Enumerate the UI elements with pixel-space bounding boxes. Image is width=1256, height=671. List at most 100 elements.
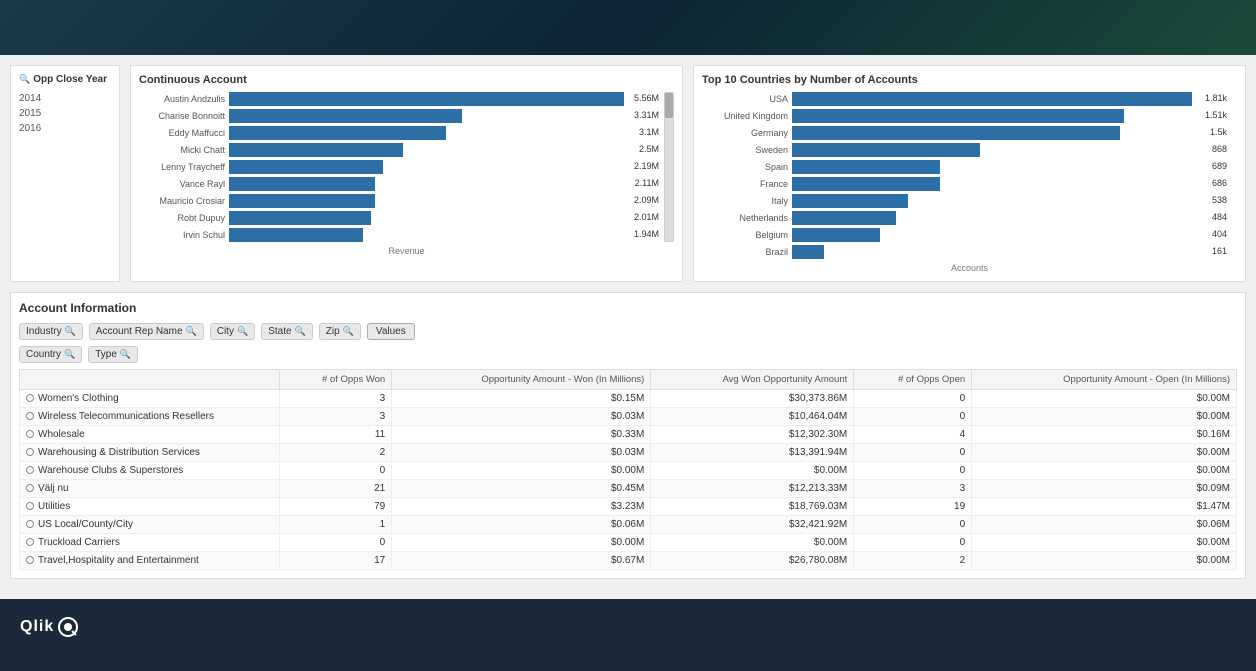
row-opps-won: 79 <box>280 498 392 516</box>
row-amt-won: $0.03M <box>392 408 651 426</box>
row-opps-open: 4 <box>854 426 972 444</box>
row-opps-open: 0 <box>854 408 972 426</box>
row-expand-icon[interactable] <box>26 520 34 528</box>
table-row: Välj nu 21 $0.45M $12,213.33M 3 $0.09M <box>20 480 1237 498</box>
row-expand-icon[interactable] <box>26 430 34 438</box>
year-filter-label: Opp Close Year <box>33 74 107 85</box>
filter-state[interactable]: State 🔍 <box>261 323 313 340</box>
table-row: Truckload Carriers 0 $0.00M $0.00M 0 $0.… <box>20 534 1237 552</box>
row-name-cell: Warehouse Clubs & Superstores <box>20 462 280 480</box>
search-icon: 🔍 <box>64 349 75 360</box>
search-icon: 🔍 <box>19 74 30 85</box>
bar-row: Lenny Traycheff 2.19M <box>139 160 624 174</box>
row-amt-open: $0.00M <box>972 534 1237 552</box>
bar-row: United Kingdom 1.51k <box>702 109 1192 123</box>
row-amt-open: $0.00M <box>972 408 1237 426</box>
year-filter-title: 🔍 Opp Close Year <box>19 74 111 85</box>
filter-country[interactable]: Country 🔍 <box>19 346 82 363</box>
row-name-cell: Utilities <box>20 498 280 516</box>
row-opps-open: 0 <box>854 390 972 408</box>
bar-row: France 686 <box>702 177 1192 191</box>
row-expand-icon[interactable] <box>26 556 34 564</box>
bar-row: Robt Dupuy 2.01M <box>139 211 624 225</box>
bar-row: Austin Andzulis 5.56M <box>139 92 624 106</box>
row-opps-open: 0 <box>854 534 972 552</box>
row-avg-won: $18,769.03M <box>651 498 854 516</box>
row-expand-icon[interactable] <box>26 538 34 546</box>
row-avg-won: $12,213.33M <box>651 480 854 498</box>
countries-bar-chart: USA 1.81k United Kingdom 1.51k Germany 1… <box>702 92 1237 259</box>
row-name-cell: Warehousing & Distribution Services <box>20 444 280 462</box>
table-row: Wireless Telecommunications Resellers 3 … <box>20 408 1237 426</box>
filter-zip[interactable]: Zip 🔍 <box>319 323 361 340</box>
filters-row-2: Country 🔍 Type 🔍 <box>19 346 1237 363</box>
row-amt-won: $0.33M <box>392 426 651 444</box>
bar-row: Eddy Maffucci 3.1M <box>139 126 624 140</box>
bar-row: Mauricio Crosiar 2.09M <box>139 194 624 208</box>
account-info-section: Account Information Industry 🔍 Account R… <box>10 292 1246 579</box>
row-amt-open: $0.00M <box>972 552 1237 570</box>
col-header-amt-open: Opportunity Amount - Open (In Millions) <box>972 370 1237 390</box>
row-opps-won: 21 <box>280 480 392 498</box>
search-icon: 🔍 <box>295 326 306 337</box>
table-row: US Local/County/City 1 $0.06M $32,421.92… <box>20 516 1237 534</box>
row-opps-won: 17 <box>280 552 392 570</box>
bar-row: Netherlands 484 <box>702 211 1192 225</box>
table-row: Warehousing & Distribution Services 2 $0… <box>20 444 1237 462</box>
bar-row: Belgium 404 <box>702 228 1192 242</box>
filter-account-rep[interactable]: Account Rep Name 🔍 <box>89 323 204 340</box>
account-data-table: # of Opps Won Opportunity Amount - Won (… <box>19 369 1237 570</box>
values-button[interactable]: Values <box>367 323 415 340</box>
account-info-title: Account Information <box>19 301 1237 315</box>
row-name-cell: Wireless Telecommunications Resellers <box>20 408 280 426</box>
filter-type[interactable]: Type 🔍 <box>88 346 138 363</box>
row-amt-won: $0.00M <box>392 534 651 552</box>
filter-state-label: State <box>268 326 291 337</box>
year-item-2015[interactable]: 2015 <box>19 106 111 121</box>
row-expand-icon[interactable] <box>26 412 34 420</box>
year-item-2014[interactable]: 2014 <box>19 91 111 106</box>
scroll-indicator[interactable] <box>664 92 674 242</box>
bar-row: Charise Bonnoitt 3.31M <box>139 109 624 123</box>
filter-zip-label: Zip <box>326 326 340 337</box>
search-icon: 🔍 <box>120 349 131 360</box>
table-row: Women's Clothing 3 $0.15M $30,373.86M 0 … <box>20 390 1237 408</box>
charts-row: 🔍 Opp Close Year 2014 2015 2016 Continuo… <box>10 65 1246 282</box>
row-expand-icon[interactable] <box>26 466 34 474</box>
row-opps-open: 0 <box>854 444 972 462</box>
year-item-2016[interactable]: 2016 <box>19 121 111 136</box>
row-expand-icon[interactable] <box>26 394 34 402</box>
row-opps-won: 11 <box>280 426 392 444</box>
row-avg-won: $13,391.94M <box>651 444 854 462</box>
filter-city-label: City <box>217 326 234 337</box>
filter-industry-label: Industry <box>26 326 62 337</box>
continuous-bar-chart: Austin Andzulis 5.56M Charise Bonnoitt 3… <box>139 92 674 242</box>
top-countries-chart: Top 10 Countries by Number of Accounts U… <box>693 65 1246 282</box>
bar-row: Spain 689 <box>702 160 1192 174</box>
qlik-logo: Qlik <box>20 617 78 637</box>
row-amt-won: $0.00M <box>392 462 651 480</box>
row-amt-won: $0.06M <box>392 516 651 534</box>
filters-row-1: Industry 🔍 Account Rep Name 🔍 City 🔍 Sta… <box>19 323 1237 340</box>
row-expand-icon[interactable] <box>26 484 34 492</box>
search-icon: 🔍 <box>237 326 248 337</box>
bar-row: Germany 1.5k <box>702 126 1192 140</box>
row-amt-open: $0.00M <box>972 462 1237 480</box>
row-expand-icon[interactable] <box>26 502 34 510</box>
top-countries-title: Top 10 Countries by Number of Accounts <box>702 74 1237 86</box>
row-opps-won: 2 <box>280 444 392 462</box>
row-name-cell: Välj nu <box>20 480 280 498</box>
top-bar <box>0 0 1256 55</box>
row-avg-won: $26,780.08M <box>651 552 854 570</box>
row-amt-won: $0.67M <box>392 552 651 570</box>
filter-city[interactable]: City 🔍 <box>210 323 255 340</box>
row-expand-icon[interactable] <box>26 448 34 456</box>
search-icon: 🔍 <box>186 326 197 337</box>
main-content: 🔍 Opp Close Year 2014 2015 2016 Continuo… <box>0 55 1256 599</box>
bar-row: Vance Rayl 2.11M <box>139 177 624 191</box>
table-row: Utilities 79 $3.23M $18,769.03M 19 $1.47… <box>20 498 1237 516</box>
col-header-amt-won: Opportunity Amount - Won (In Millions) <box>392 370 651 390</box>
filter-industry[interactable]: Industry 🔍 <box>19 323 83 340</box>
row-opps-won: 3 <box>280 390 392 408</box>
row-opps-open: 3 <box>854 480 972 498</box>
